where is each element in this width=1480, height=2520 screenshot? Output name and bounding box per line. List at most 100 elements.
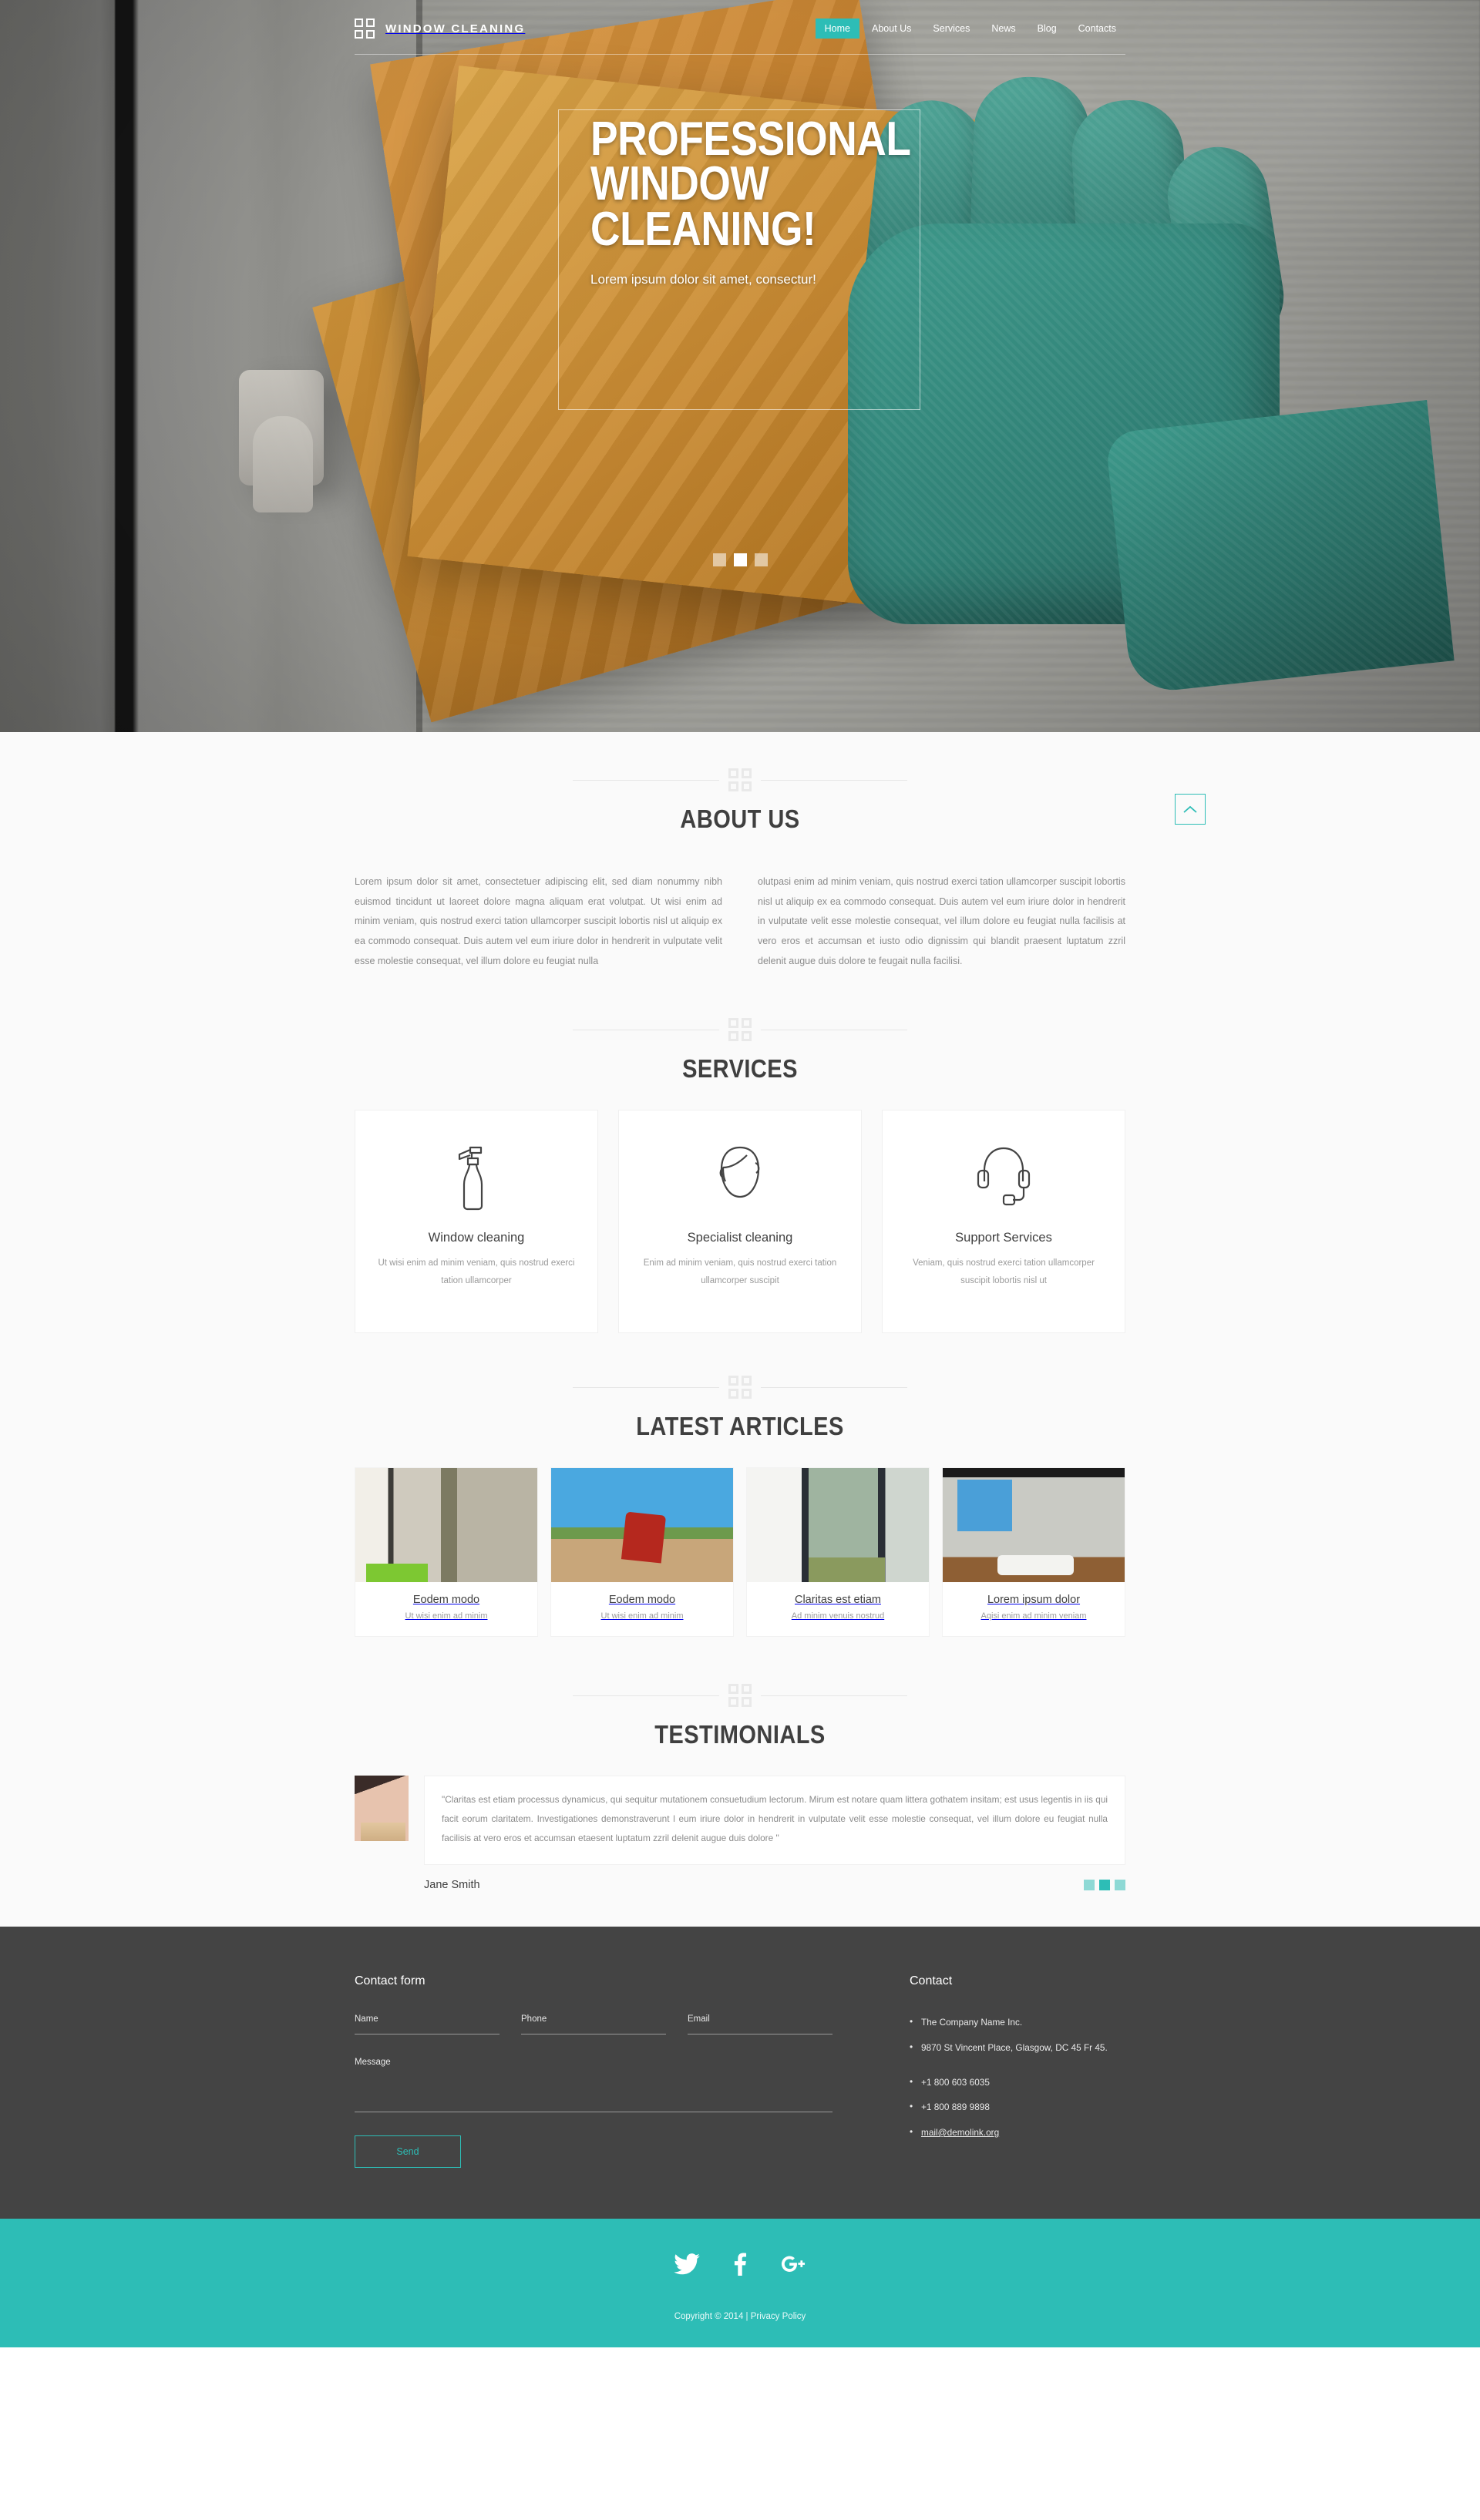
nav-item-news[interactable]: News [982, 18, 1024, 39]
head-profile-icon [713, 1144, 767, 1211]
service-description: Ut wisi enim ad minim veniam, quis nostr… [378, 1258, 575, 1285]
google-plus-link[interactable] [780, 2253, 806, 2279]
article-thumbnail [355, 1468, 537, 1583]
article-title: Eodem modo [412, 1594, 480, 1607]
avatar [355, 1776, 409, 1842]
site-header: WINDOW CLEANING Home About Us Services N… [0, 0, 1480, 57]
service-description: Veniam, quis nostrud exerci tation ullam… [913, 1258, 1095, 1285]
contact-form-title: Contact form [355, 1974, 426, 1988]
testimonials-title: TESTIMONIALS [654, 1720, 826, 1749]
message-label: Message [355, 2058, 391, 2068]
testimonial-dot-2[interactable] [1099, 1880, 1110, 1891]
four-square-grid-icon [728, 1376, 752, 1399]
service-name: Support Services [955, 1231, 1052, 1245]
article-subtitle: Ad minim venuis nostrud [791, 1611, 885, 1621]
contact-info-title: Contact [910, 1974, 953, 1988]
testimonial-quote: "Claritas est etiam processus dynamicus,… [442, 1794, 1108, 1843]
article-subtitle: Ut wisi enim ad minim [600, 1611, 684, 1621]
contact-phone-1: +1 800 603 6035 [910, 2074, 1125, 2091]
four-square-grid-icon [728, 768, 752, 791]
hero-subtitle: Lorem ipsum dolor sit amet, consectur! [590, 271, 816, 287]
hero-slide-dot-2[interactable] [733, 553, 747, 566]
twitter-link[interactable] [674, 2253, 700, 2279]
article-thumbnail [943, 1468, 1125, 1583]
four-square-grid-icon [728, 1684, 752, 1708]
page-root: WINDOW CLEANING Home About Us Services N… [0, 0, 1480, 2348]
article-card[interactable]: Lorem ipsum dolor Aqisi enim ad minim ve… [942, 1467, 1125, 1638]
nav-item-services[interactable]: Services [923, 18, 979, 39]
hero-heading: PROFESSIONAL WINDOW CLEANING! [590, 116, 911, 254]
service-name: Window cleaning [428, 1231, 525, 1245]
article-title: Claritas est etiam [794, 1594, 881, 1607]
about-section: ABOUT US Lorem ipsum dolor sit amet, con… [0, 732, 1480, 1003]
article-title: Lorem ipsum dolor [987, 1594, 1081, 1607]
latest-articles-section: LATEST ARTICLES Eodem modo Ut wisi enim … [0, 1359, 1480, 1668]
contact-form: Contact form Name Phone Email Message Se… [355, 1974, 832, 2169]
google-plus-icon [781, 2256, 806, 2273]
article-thumbnail [551, 1468, 733, 1583]
nav-item-contacts[interactable]: Contacts [1069, 18, 1125, 39]
contact-email-item: mail@demolink.org [910, 2124, 1125, 2141]
spray-bottle-icon [455, 1144, 498, 1211]
article-title: Eodem modo [608, 1594, 676, 1607]
contact-email-link[interactable]: mail@demolink.org [921, 2127, 999, 2138]
hero-slider-pagination [0, 553, 1480, 566]
section-ornament [355, 763, 1125, 797]
header-divider [355, 54, 1125, 55]
service-name: Specialist cleaning [687, 1231, 793, 1245]
article-card[interactable]: Eodem modo Ut wisi enim ad minim [355, 1467, 538, 1638]
send-button[interactable]: Send [355, 2135, 461, 2169]
four-square-grid-icon [355, 18, 375, 39]
article-card[interactable]: Eodem modo Ut wisi enim ad minim [550, 1467, 734, 1638]
testimonial-quote-card: "Claritas est etiam processus dynamicus,… [424, 1776, 1125, 1866]
about-title: ABOUT US [680, 805, 800, 833]
section-ornament [355, 1013, 1125, 1047]
nav-item-home[interactable]: Home [815, 18, 859, 39]
hero-slide-dot-3[interactable] [754, 553, 768, 566]
contact-phone-2: +1 800 889 9898 [910, 2098, 1125, 2115]
section-ornament [355, 1370, 1125, 1404]
brand-name: WINDOW CLEANING [385, 22, 526, 35]
chevron-up-icon [1183, 805, 1197, 813]
scroll-to-top-button[interactable] [1175, 794, 1206, 825]
about-paragraph-right: olutpasi enim ad minim veniam, quis nost… [758, 876, 1125, 966]
phone-label: Phone [521, 2014, 547, 2024]
twitter-icon [674, 2253, 700, 2275]
four-square-grid-icon [728, 1018, 752, 1042]
name-field-group: Name [355, 2014, 500, 2035]
hero-caption: PROFESSIONAL WINDOW CLEANING! Lorem ipsu… [558, 109, 920, 410]
service-card-specialist-cleaning[interactable]: Specialist cleaning Enim ad minim veniam… [618, 1110, 862, 1334]
article-subtitle: Ut wisi enim ad minim [405, 1611, 488, 1621]
hero-slider: WINDOW CLEANING Home About Us Services N… [0, 0, 1480, 732]
articles-title: LATEST ARTICLES [636, 1412, 844, 1441]
contact-info: Contact The Company Name Inc. 9870 St Vi… [832, 1974, 1125, 2168]
name-label: Name [355, 2014, 378, 2024]
site-logo[interactable]: WINDOW CLEANING [355, 18, 525, 39]
nav-item-blog[interactable]: Blog [1028, 18, 1066, 39]
testimonial-author: Jane Smith [424, 1879, 480, 1892]
message-field-group: Message [355, 2058, 832, 2113]
email-field-group: Email [688, 2014, 832, 2035]
testimonial-pagination [1084, 1880, 1125, 1891]
hero-slide-dot-1[interactable] [712, 553, 726, 566]
contact-company: The Company Name Inc. [910, 2014, 1125, 2031]
main-navigation: Home About Us Services News Blog Contact… [815, 18, 1125, 39]
section-ornament [355, 1678, 1125, 1712]
service-card-support-services[interactable]: Support Services Veniam, quis nostrud ex… [882, 1110, 1125, 1334]
site-footer: Contact form Name Phone Email Message Se… [0, 1927, 1480, 2219]
service-card-window-cleaning[interactable]: Window cleaning Ut wisi enim ad minim ve… [355, 1110, 598, 1334]
services-section: SERVICES Window cleaning Ut wisi enim ad [0, 1002, 1480, 1360]
services-title: SERVICES [682, 1054, 798, 1084]
copyright-text: Copyright © 2014 | Privacy Policy [674, 2312, 806, 2322]
testimonial-dot-3[interactable] [1115, 1880, 1125, 1891]
article-subtitle: Aqisi enim ad minim veniam [980, 1611, 1087, 1621]
facebook-icon [734, 2253, 747, 2276]
nav-item-about-us[interactable]: About Us [863, 18, 920, 39]
article-thumbnail [747, 1468, 929, 1583]
testimonial-dot-1[interactable] [1084, 1880, 1095, 1891]
facebook-link[interactable] [732, 2253, 748, 2280]
article-card[interactable]: Claritas est etiam Ad minim venuis nostr… [746, 1467, 930, 1638]
phone-field-group: Phone [521, 2014, 666, 2035]
about-paragraph-left: Lorem ipsum dolor sit amet, consectetuer… [355, 876, 722, 966]
contact-address: 9870 St Vincent Place, Glasgow, DC 45 Fr… [910, 2039, 1125, 2056]
